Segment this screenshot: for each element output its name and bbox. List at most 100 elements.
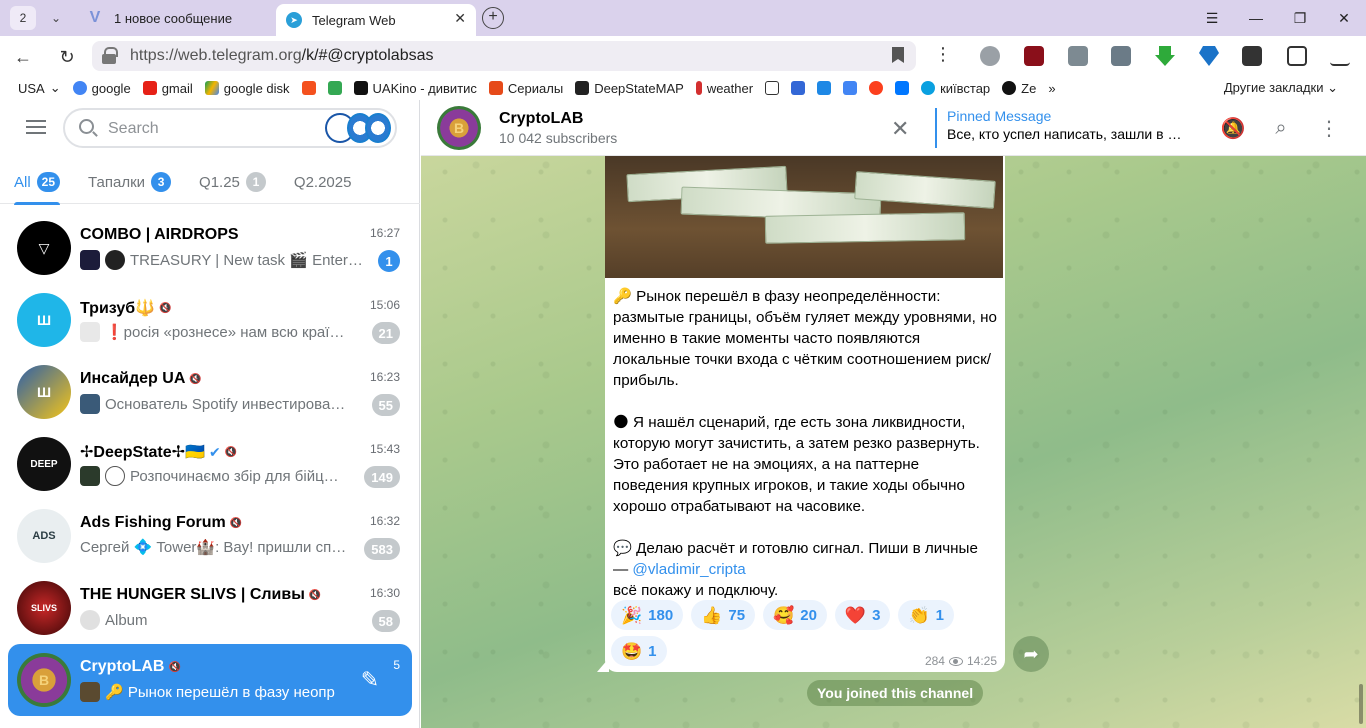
menu-icon[interactable]: ☰ <box>1190 0 1234 36</box>
chat-scrollbar[interactable] <box>1359 684 1363 724</box>
bookmark-gmail[interactable]: gmail <box>137 81 199 96</box>
restore-icon[interactable]: ❐ <box>1278 0 1322 36</box>
thumbs-up-emoji-icon: 👍 <box>701 605 723 625</box>
lock-icon[interactable] <box>102 47 118 64</box>
minimize-icon[interactable]: — <box>1234 0 1278 36</box>
search-icon[interactable]: ⌕ <box>1269 116 1293 140</box>
bookmark-yandex[interactable] <box>863 81 889 95</box>
search-box[interactable]: Search <box>63 108 397 148</box>
folder-tab-q1[interactable]: Q1.25 1 <box>185 160 280 204</box>
chat-preview: ❗росія «рознесе» нам всю краї… <box>80 322 362 342</box>
url-field[interactable]: https://web.telegram.org/k/#@cryptolabsa… <box>92 41 916 71</box>
folder-tab-tapalki[interactable]: Тапалки 3 <box>74 160 185 204</box>
browser-tab-vk[interactable]: V 1 новое сообщение <box>80 4 270 32</box>
tab-list-chevron-icon[interactable]: ⌄ <box>44 6 68 30</box>
other-bookmarks[interactable]: Другие закладки ⌄ <box>1224 80 1338 96</box>
youtube-icon <box>142 81 157 95</box>
chat-item-insider-ua[interactable]: Ш Инсайдер UA 🔇 16:23 Основатель Spotify … <box>8 356 412 428</box>
bookmark-deepstatemap[interactable]: DeepStateMAP <box>569 81 690 96</box>
reaction-party[interactable]: 🎉 180 <box>611 600 684 630</box>
chat-item-cryptolab[interactable]: B CryptoLAB 🔇 5 🔑 Рынок перешёл в фазу не… <box>8 644 412 716</box>
bookmark-f[interactable] <box>296 81 322 95</box>
unread-badge: 55 <box>371 394 400 416</box>
reaction-love[interactable]: 🥰 20 <box>763 600 827 630</box>
hamburger-menu-icon[interactable] <box>26 120 46 134</box>
bookmark-vk[interactable] <box>889 81 915 95</box>
preview-thumbnail <box>105 466 125 486</box>
chat-title: COMBO | AIRDROPS <box>80 226 239 244</box>
download-extension-icon[interactable] <box>1155 46 1175 66</box>
bookmark-google[interactable]: google <box>67 81 137 96</box>
chat-list-pane: Search All 25 Тапалки 3 Q1.25 1 Q2.2025 … <box>0 100 420 728</box>
chat-title-text: ✢DeepState✢🇺🇦 <box>80 444 205 461</box>
bookmark-google-disk[interactable]: google disk <box>199 81 296 96</box>
close-window-icon[interactable]: ✕ <box>1322 0 1366 36</box>
tool-extension-icon[interactable] <box>1111 46 1131 66</box>
reaction-star-eyes[interactable]: 🤩 1 <box>611 636 667 666</box>
folder-label: Q2.2025 <box>293 173 352 191</box>
bookmark-translate[interactable] <box>837 81 863 95</box>
chat-item-ads-fishing-forum[interactable]: ADS Ads Fishing Forum 🔇 16:32 Сергей 💠 To… <box>8 500 412 572</box>
bookmark-p[interactable] <box>811 81 837 95</box>
tab-count-button[interactable]: 2 <box>10 6 36 30</box>
chat-item-combo-airdrops[interactable]: ▽ COMBO | AIRDROPS 16:27 TREASURY | New … <box>8 212 412 284</box>
reload-icon[interactable]: ↻ <box>54 44 80 70</box>
chat-title-text: THE HUNGER SLIVS | Сливы <box>80 586 305 603</box>
pinned-message[interactable]: Pinned Message Все, кто успел написать, … <box>935 108 1185 148</box>
browser-tab-telegram[interactable]: ➤ Telegram Web ✕ <box>276 4 476 36</box>
bookmark-serials[interactable]: Сериалы <box>483 81 569 96</box>
bookmark-arrow[interactable] <box>785 81 811 95</box>
globe-extension-icon[interactable] <box>980 46 1000 66</box>
reaction-heart[interactable]: ❤️ 3 <box>834 600 891 630</box>
search-input[interactable]: Search <box>108 120 159 138</box>
compose-pencil-icon[interactable]: ✎ <box>354 664 386 696</box>
reaction-clap[interactable]: 👏 1 <box>898 600 954 630</box>
more-kebab-icon[interactable]: ⋮ <box>1317 116 1341 140</box>
unread-badge: 58 <box>371 610 400 632</box>
folder-tabs: All 25 Тапалки 3 Q1.25 1 Q2.2025 <box>0 160 420 205</box>
bookmark-icon[interactable] <box>892 47 904 63</box>
chat-preview: Album <box>80 610 362 630</box>
terminal-extension-icon[interactable] <box>1242 46 1262 66</box>
serials-icon <box>488 81 503 95</box>
channel-name[interactable]: CryptoLAB <box>499 110 583 128</box>
arrow-icon <box>791 81 806 95</box>
ublock-extension-icon[interactable] <box>1024 46 1044 66</box>
chat-item-hunger-slivs[interactable]: SLIVS THE HUNGER SLIVS | Сливы 🔇 16:30 Al… <box>8 572 412 644</box>
new-tab-button[interactable]: + <box>482 7 504 29</box>
party-emoji-icon: 🎉 <box>621 605 643 625</box>
folder-tab-all[interactable]: All 25 <box>0 160 74 205</box>
bookmark-bc[interactable] <box>759 81 785 95</box>
mute-bell-icon[interactable]: 🔕 <box>1221 116 1246 140</box>
p-icon <box>817 81 832 95</box>
back-arrow-icon[interactable]: ← <box>10 44 36 70</box>
extensions-puzzle-icon[interactable] <box>1287 46 1307 66</box>
bookmark-puzzle[interactable] <box>322 81 348 95</box>
google-icon <box>72 81 87 95</box>
bookmark-label: Ze <box>1021 80 1037 96</box>
close-tab-icon[interactable]: ✕ <box>454 10 466 27</box>
bookmark-kyivstar[interactable]: київстар <box>915 81 996 96</box>
stories-avatars[interactable] <box>325 112 391 144</box>
bookmark-uakino[interactable]: UAKino - дивитис <box>348 81 483 96</box>
briefcase-extension-icon[interactable] <box>1068 46 1088 66</box>
folder-tab-q2[interactable]: Q2.2025 <box>280 160 366 204</box>
diamond-extension-icon[interactable] <box>1199 46 1219 66</box>
bc-icon <box>765 81 780 95</box>
chat-item-tryzub[interactable]: Ш Тризуб🔱 🔇 15:06 ❗росія «рознесе» нам вс… <box>8 284 412 356</box>
forward-share-icon[interactable]: ➦ <box>1013 636 1049 672</box>
bookmarks-overflow[interactable]: » <box>1042 81 1061 96</box>
channel-avatar[interactable]: B <box>437 106 481 150</box>
username-link[interactable]: @vladimir_cripta <box>632 561 745 578</box>
close-pinned-icon[interactable]: ✕ <box>891 116 909 142</box>
reaction-thumbs-up[interactable]: 👍 75 <box>691 600 756 630</box>
browser-menu-kebab-icon[interactable]: ⋮ <box>934 44 952 65</box>
bookmark-ze[interactable]: Ze <box>996 81 1042 96</box>
message-paragraph: 🌑 Я нашёл сценарий, где есть зона ликвид… <box>613 414 980 515</box>
chat-item-deepstate[interactable]: DEEP ✢DeepState✢🇺🇦 ✔ 🔇 15:43 Розпочинаємо … <box>8 428 412 500</box>
clap-emoji-icon: 👏 <box>908 605 930 625</box>
downloads-icon[interactable] <box>1330 46 1350 66</box>
bookmark-weather[interactable]: weather <box>690 81 759 96</box>
message-photo[interactable] <box>605 156 1003 278</box>
bookmark-usa[interactable]: USA ⌄ <box>0 80 67 96</box>
